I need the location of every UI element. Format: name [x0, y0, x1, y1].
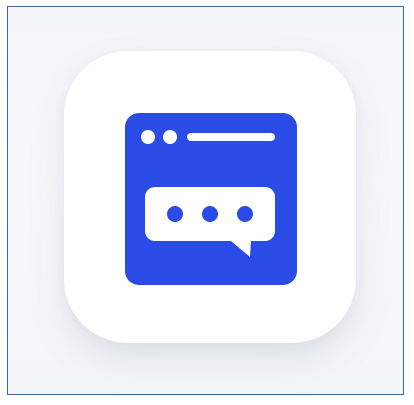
typing-dot-icon [237, 206, 253, 222]
window-dot-icon [141, 130, 155, 144]
app-icon-tile[interactable] [64, 51, 356, 343]
preview-frame [7, 6, 404, 395]
address-bar-shape [187, 133, 275, 141]
browser-chat-icon [125, 113, 297, 285]
typing-dot-icon [167, 206, 183, 222]
typing-dot-icon [202, 206, 218, 222]
window-dot-icon [163, 130, 177, 144]
